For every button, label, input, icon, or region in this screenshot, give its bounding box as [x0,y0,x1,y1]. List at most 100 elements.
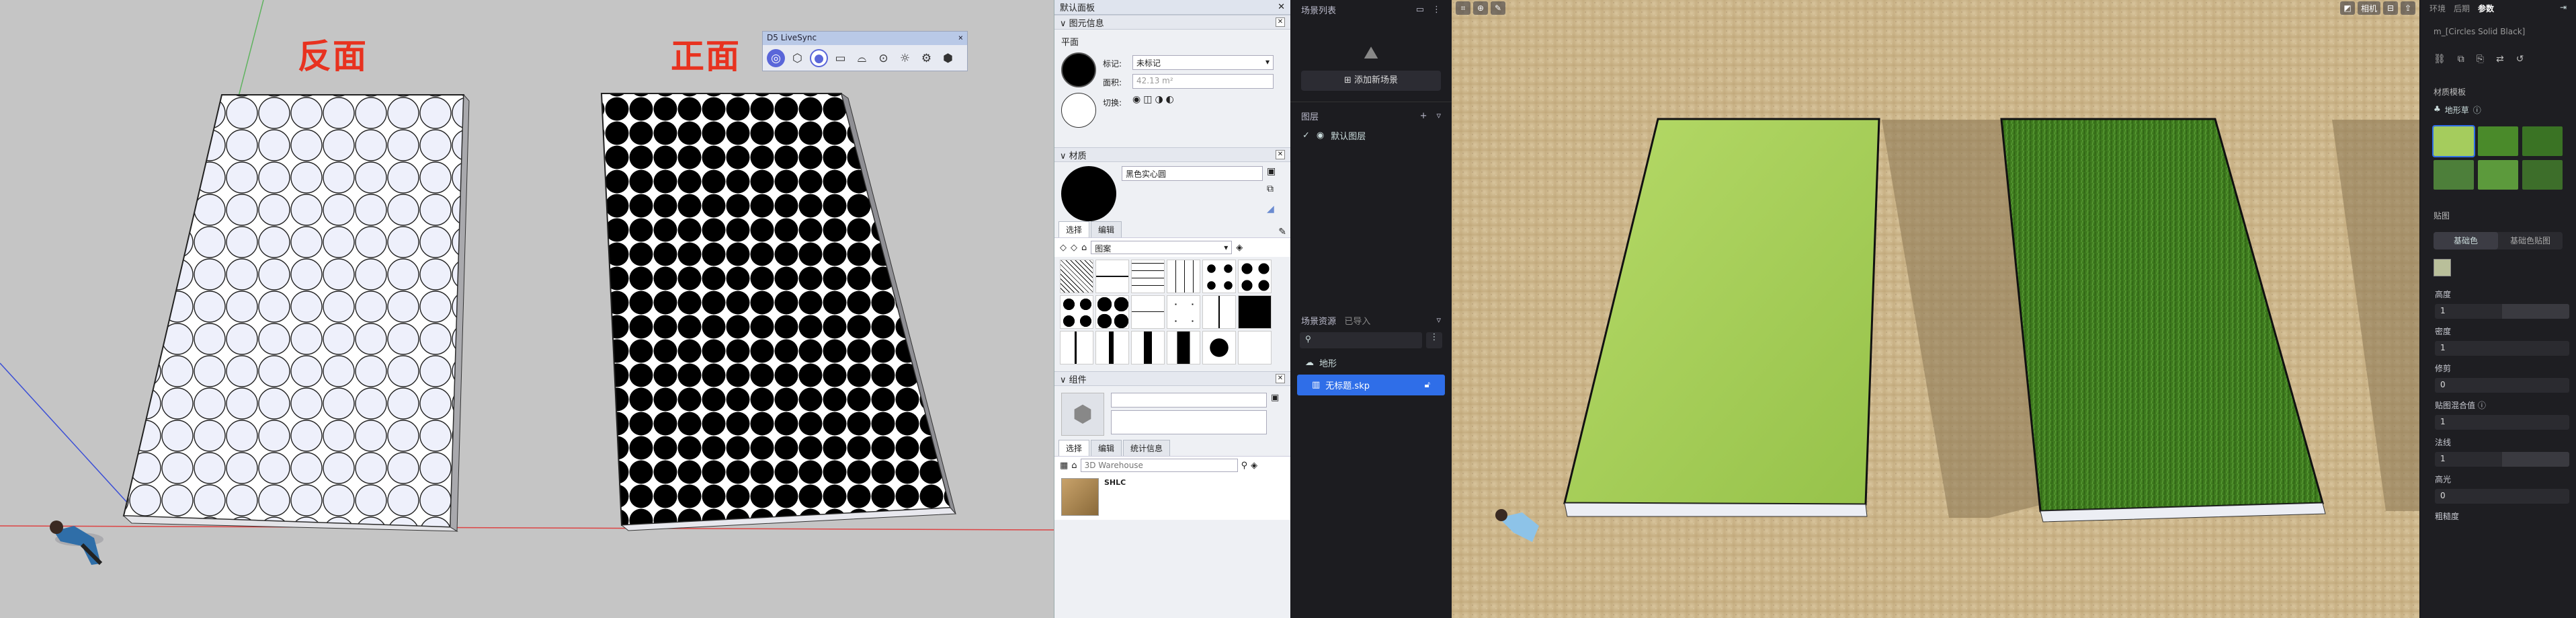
screenshot-icon[interactable]: ▭ [1416,5,1424,15]
add-scene-button[interactable]: ⊞ 添加新场景 [1301,71,1441,91]
upload-icon[interactable]: ⇪ [2401,1,2415,15]
back-arrow-icon[interactable]: ◇ [1060,243,1067,253]
display-icon[interactable]: ⊟ [2383,1,2398,15]
add-layer-icon[interactable]: + [1420,111,1427,121]
forward-arrow-icon[interactable]: ◇ [1071,243,1077,253]
home-icon[interactable]: ⌂ [1071,461,1077,471]
swatch-solid-circles[interactable] [1095,295,1129,329]
tab-base-color[interactable]: 基础色 [2434,232,2498,249]
list-item[interactable]: SHLC [1054,474,1290,520]
library-select[interactable]: 图案 ▾ [1091,241,1233,254]
swatch-big-dots[interactable] [1238,260,1272,293]
create-material-icon[interactable]: ▣ [1267,166,1276,177]
grid-view-icon[interactable]: ⋮ [1426,332,1442,348]
camera-button[interactable]: 相机 [2357,1,2380,15]
list-item[interactable]: ▥ 无标题.skp 🔓︎ [1297,375,1445,395]
cast-shadow-icon[interactable]: ◑ [1155,94,1163,105]
collapse-icon[interactable]: ⇥ [2560,3,2567,13]
box-icon[interactable]: ⬢ [939,49,957,67]
template-grass-2[interactable] [2478,126,2518,156]
swatch-bar-1[interactable] [1060,331,1093,364]
eyedropper-icon[interactable]: ✎ [1278,227,1286,237]
param-blend-input[interactable]: 1 [2435,415,2569,430]
sync-icon[interactable]: ● [810,49,828,67]
swatch-thin-line[interactable] [1131,295,1165,329]
back-material-swatch[interactable] [1061,93,1096,128]
perspective-icon[interactable]: ⌗ [1456,1,1470,15]
param-specular-input[interactable]: 0 [2435,489,2569,504]
lock-icon[interactable]: ◫ [1143,94,1152,105]
tab-select[interactable]: 选择 [1058,440,1090,456]
reset-icon[interactable]: ↺ [2516,54,2524,65]
copy-icon[interactable]: ⧉ [2458,54,2464,65]
camera-icon[interactable]: ◩ [2339,1,2355,15]
base-color-swatch[interactable] [2434,259,2451,276]
swatch-empty[interactable] [1238,331,1272,364]
entity-info-header[interactable]: ∨ 图元信息 ✕ [1054,15,1290,30]
template-grass-4[interactable] [2434,160,2474,190]
tab-statistics[interactable]: 统计信息 [1123,440,1171,456]
layer-row[interactable]: ✓ ◉ 默认图层 [1290,125,1452,146]
chevron-down-icon[interactable]: ▿ [1436,315,1441,325]
receive-shadow-icon[interactable]: ◐ [1166,94,1174,105]
cap-icon[interactable]: ⌓ [853,49,871,67]
tag-select[interactable]: 未标记 ▾ [1132,55,1274,70]
more-icon[interactable]: ⋮ [1432,5,1441,15]
d5-logo-icon[interactable]: ◎ [767,49,785,67]
cube-icon[interactable]: ⬡ [788,49,806,67]
details-icon[interactable]: ◈ [1236,243,1243,253]
swatch-vertical-bar[interactable] [1202,295,1236,329]
camera-icon[interactable]: ▭ [831,49,849,67]
visible-icon[interactable]: ◉ [1132,94,1140,105]
close-icon[interactable]: ✕ [1278,2,1285,12]
home-icon[interactable]: ⌂ [1081,243,1087,253]
swatch-black[interactable] [1238,295,1272,329]
swatch-bar-3[interactable] [1131,331,1165,364]
tab-post[interactable]: 后期 [2454,3,2470,13]
component-name-field[interactable] [1111,393,1267,408]
view-options-icon[interactable]: ▦ [1060,461,1068,471]
link-icon[interactable]: ⛓ [2434,54,2446,65]
search-icon[interactable]: ⚲ [1241,461,1248,471]
swatch-grid-lines[interactable] [1131,260,1165,293]
template-type-select[interactable]: ♣ 地形草 ⓘ [2420,98,2576,116]
param-normal-input[interactable]: 1 [2435,452,2569,467]
settings-icon[interactable]: ⊙ [874,49,892,67]
replace-icon[interactable]: ⇄ [2496,54,2504,65]
close-icon[interactable]: ✕ [1276,150,1285,159]
list-item[interactable]: ☁ 地形 [1290,351,1452,375]
component-desc-field[interactable] [1111,410,1267,434]
swatch-circles[interactable] [1060,295,1093,329]
template-grass-6[interactable] [2522,160,2563,190]
swatch-line[interactable] [1095,260,1129,293]
tab-edit[interactable]: 编辑 [1091,221,1122,237]
tab-params[interactable]: 参数 [2478,3,2494,13]
materials-header[interactable]: ∨ 材质 ✕ [1054,147,1290,162]
template-grass-3[interactable] [2522,126,2563,156]
paste-icon[interactable]: ⎘ [2477,54,2484,65]
components-header[interactable]: ∨ 组件 ✕ [1054,371,1290,386]
asset-search-input[interactable]: ⚲ [1300,332,1422,348]
eye-icon[interactable]: ◉ [1317,130,1324,141]
template-grass-5[interactable] [2478,160,2518,190]
globe-icon[interactable]: ⊕ [1473,1,1488,15]
tab-edit[interactable]: 编辑 [1091,440,1122,456]
chevron-down-icon[interactable]: ▿ [1436,111,1441,121]
front-material-swatch[interactable] [1061,52,1096,87]
details-icon[interactable]: ◈ [1251,461,1257,471]
lock-icon[interactable]: 🔓︎ [1425,380,1430,390]
pen-icon[interactable]: ✎ [1491,1,1505,15]
sketchup-viewport[interactable]: 反面 正面 D5 LiveSync × ◎ ⬡ ● ▭ ⌓ ⊙ ☼ ⚙ ⬢ [0,0,1054,618]
swatch-brick[interactable] [1167,260,1200,293]
tab-environment[interactable]: 环境 [2429,3,2446,13]
close-icon[interactable]: × [958,33,963,44]
lightbulb-icon[interactable]: ☼ [896,49,914,67]
swatch-dots[interactable] [1202,260,1236,293]
sample-paint-icon[interactable]: ◢ [1267,204,1274,215]
swatch-diagonal[interactable] [1060,260,1093,293]
tab-select[interactable]: 选择 [1058,221,1090,237]
swatch-fine-dots[interactable] [1167,295,1200,329]
check-icon[interactable]: ✓ [1302,130,1310,141]
swatch-disc[interactable] [1202,331,1236,364]
tab-base-map[interactable]: 基础色贴图 [2498,232,2563,249]
